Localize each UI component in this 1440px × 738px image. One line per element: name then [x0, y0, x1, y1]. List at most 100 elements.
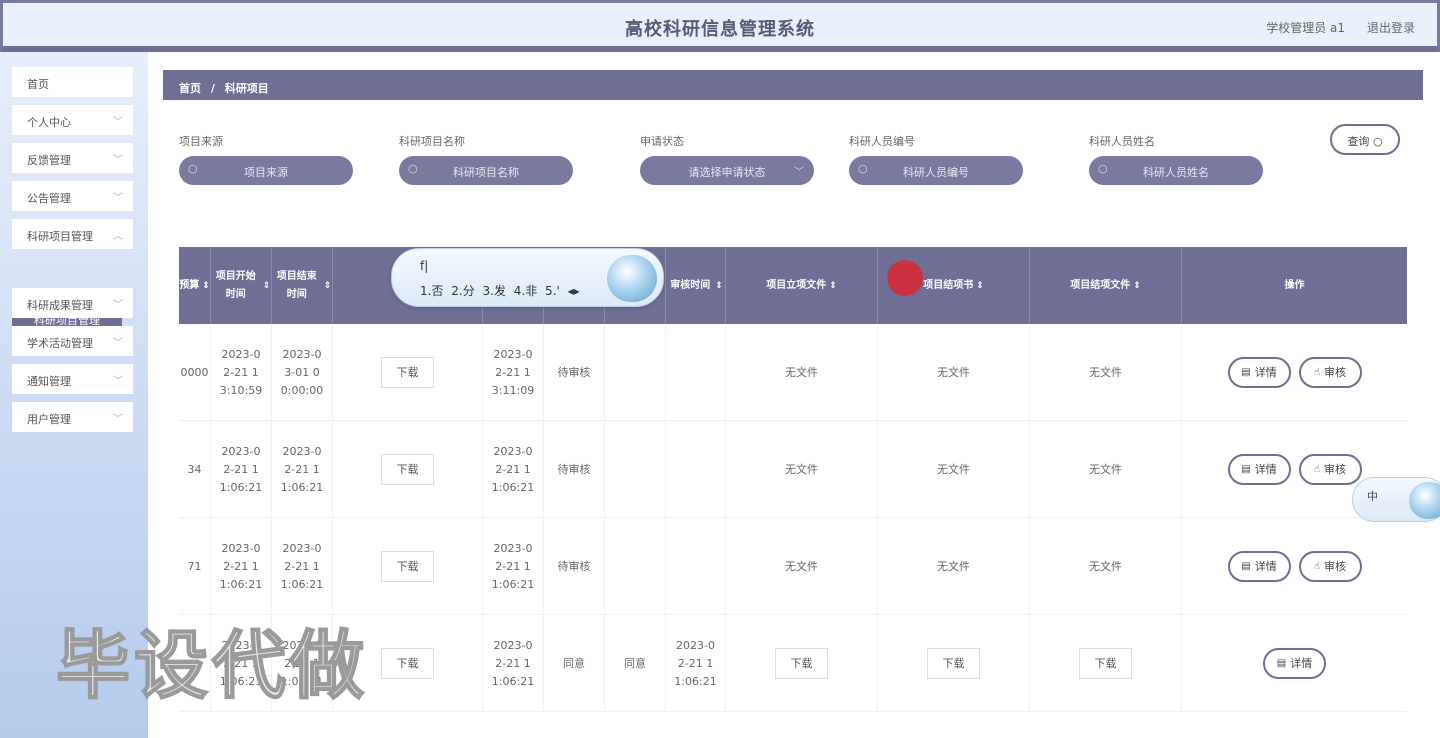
table-cell-final-book: 无文件: [878, 421, 1030, 518]
hand-pointer-icon: ☝: [1313, 366, 1321, 378]
query-button[interactable]: 查询 ○: [1330, 124, 1400, 155]
sidebar-item-label: 个人中心: [27, 116, 71, 129]
column-header-end-time[interactable]: 项目结束时间 ⇕: [272, 247, 333, 324]
logout-link[interactable]: 退出登录: [1367, 19, 1415, 36]
cell-text: 待审核: [557, 365, 591, 379]
download-button[interactable]: 下载: [1079, 648, 1132, 679]
sidebar-item-announcements[interactable]: 公告管理 ﹀: [12, 181, 133, 211]
chevron-down-icon: ﹀: [113, 338, 123, 349]
ime-candidates[interactable]: 1.否 2.分 3.发 4.非 5.' ◂▸: [420, 282, 580, 299]
cell-text: 无文件: [785, 365, 818, 379]
ime-logo-icon: [1409, 482, 1440, 519]
cell-text: 2023-02-21 11:06:21: [491, 541, 535, 591]
select-placeholder: 请选择申请状态: [688, 166, 766, 179]
project-name-input[interactable]: ○ 科研项目名称: [399, 156, 573, 185]
detail-button[interactable]: ▤ 详情: [1227, 551, 1291, 582]
action-label: 审核: [1324, 559, 1347, 573]
cell-text: 无文件: [937, 559, 970, 573]
table-row: 34 2023-02-21 11:06:21 2023-02-21 11:06:21…: [179, 421, 1407, 518]
breadcrumb-home[interactable]: 首页: [179, 82, 201, 95]
sidebar-item-notifications[interactable]: 通知管理 ﹀: [12, 364, 133, 394]
detail-button[interactable]: ▤ 详情: [1227, 357, 1291, 388]
sort-icon: ⇕: [829, 280, 837, 291]
review-button[interactable]: ☝ 审核: [1298, 357, 1362, 388]
chevron-down-icon: ﹀: [113, 155, 123, 166]
sort-icon: ⇕: [976, 280, 984, 291]
ime-candidate-list[interactable]: 1.否 2.分 3.发 4.非 5.': [420, 284, 560, 298]
sort-icon: ⇕: [1133, 280, 1141, 291]
table-row: 0000 2023-02-21 13:10:59 2023-03-01 00:00:…: [179, 324, 1407, 421]
table-cell-file: 下载: [333, 324, 483, 421]
researcher-id-input[interactable]: ○ 科研人员编号: [849, 156, 1023, 185]
download-button[interactable]: 下载: [381, 551, 434, 582]
watermark-text: 毕设代做: [55, 622, 368, 710]
header-label: 审核时间: [670, 279, 711, 291]
header-label: 操作: [1284, 279, 1305, 291]
filter-label-project-name: 科研项目名称: [399, 135, 465, 148]
cell-text: 待审核: [557, 462, 591, 476]
breadcrumb: 首页 / 科研项目: [163, 70, 1423, 100]
download-button[interactable]: 下载: [775, 648, 828, 679]
header-label: 项目结束时间: [276, 270, 317, 300]
status-select[interactable]: 请选择申请状态 ﹀: [640, 156, 814, 185]
input-placeholder: 项目来源: [244, 166, 288, 179]
filter-label-researcher-id: 科研人员编号: [849, 135, 915, 148]
page-arrows-icon[interactable]: ◂▸: [568, 284, 580, 298]
cell-text: 待审核: [557, 559, 591, 573]
column-header-audit-time[interactable]: 审核时间 ⇕: [666, 247, 726, 324]
table-header: 预算⇕ 项目开始时间⇕ 项目结束时间⇕ 项目 审核时间⇕ 项目立项文件⇕ 项目结…: [179, 247, 1407, 324]
cell-text: 2023-02-21 11:06:21: [491, 444, 535, 494]
header-label: 项目结项文件: [1070, 279, 1131, 291]
sidebar-item-research-results[interactable]: 科研成果管理 ﹀: [12, 288, 133, 318]
table-cell-setup-file: 无文件: [726, 421, 878, 518]
input-placeholder: 科研人员姓名: [1143, 166, 1209, 179]
review-button[interactable]: ☝ 审核: [1298, 551, 1362, 582]
header-label: 项目结项书: [923, 279, 974, 291]
sidebar-item-home[interactable]: 首页: [12, 67, 133, 97]
sidebar-item-research-projects[interactable]: 科研项目管理 ︿: [12, 219, 133, 249]
review-button[interactable]: ☝ 审核: [1298, 454, 1362, 485]
ime-candidate-window: f| 1.否 2.分 3.发 4.非 5.' ◂▸: [391, 248, 664, 307]
chevron-down-icon: ﹀: [113, 300, 123, 311]
table-cell-file: 下载: [333, 518, 483, 615]
cell-text: 0000: [180, 365, 209, 379]
header-label: 项目立项文件: [766, 279, 827, 291]
column-header-budget[interactable]: 预算 ⇕: [179, 247, 211, 324]
query-button-label: 查询: [1347, 135, 1370, 148]
download-button[interactable]: 下载: [381, 357, 434, 388]
action-label: 详情: [1290, 656, 1313, 670]
download-button[interactable]: 下载: [927, 648, 980, 679]
column-header-start-time[interactable]: 项目开始时间 ⇕: [211, 247, 272, 324]
input-placeholder: 科研项目名称: [453, 166, 519, 179]
column-header-final-file[interactable]: 项目结项文件 ⇕: [1030, 247, 1182, 324]
table-cell-audit-time: 2023-02-21 11:06:21: [666, 615, 726, 712]
column-header-setup-file[interactable]: 项目立项文件 ⇕: [726, 247, 878, 324]
cell-text: 无文件: [1089, 365, 1122, 379]
sidebar-item-feedback[interactable]: 反馈管理 ﹀: [12, 143, 133, 173]
table-cell-status: 待审核: [544, 421, 605, 518]
detail-button[interactable]: ▤ 详情: [1263, 648, 1326, 679]
sidebar-item-personal-center[interactable]: 个人中心 ﹀: [12, 105, 133, 135]
search-icon: ○: [188, 162, 198, 175]
sort-icon: ⇕: [202, 280, 210, 291]
search-icon: ○: [858, 162, 868, 175]
researcher-name-input[interactable]: ○ 科研人员姓名: [1089, 156, 1263, 185]
filter-label-researcher-name: 科研人员姓名: [1089, 135, 1155, 148]
sidebar-item-users[interactable]: 用户管理 ﹀: [12, 402, 133, 432]
sidebar-item-academic-activities[interactable]: 学术活动管理 ﹀: [12, 326, 133, 356]
download-button[interactable]: 下载: [381, 454, 434, 485]
table-cell-final-file: 无文件: [1030, 421, 1182, 518]
detail-button[interactable]: ▤ 详情: [1227, 454, 1291, 485]
ime-mode-indicator[interactable]: 中: [1367, 488, 1378, 504]
ime-status-bar[interactable]: 中: [1352, 477, 1440, 522]
document-icon: ▤: [1241, 366, 1251, 378]
table-cell-apply-time: 2023-02-21 11:06:21: [483, 615, 544, 712]
current-user: 学校管理员 a1: [1266, 21, 1345, 35]
breadcrumb-separator: /: [210, 82, 215, 95]
cell-text: 2023-02-21 13:11:09: [491, 347, 535, 397]
search-icon: ○: [1098, 162, 1108, 175]
chevron-down-icon: ﹀: [794, 167, 804, 178]
source-input[interactable]: ○ 项目来源: [179, 156, 353, 185]
download-button[interactable]: 下载: [381, 648, 434, 679]
cell-text: 2023-02-21 11:06:21: [219, 541, 263, 591]
